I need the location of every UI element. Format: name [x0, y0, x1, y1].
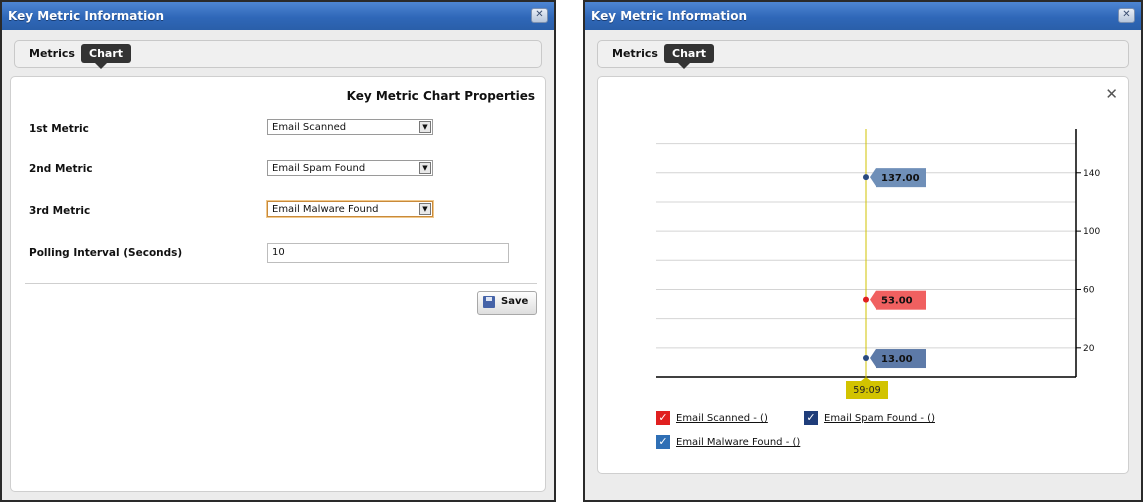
value-label: 13.00 — [881, 354, 913, 365]
save-button[interactable]: Save — [477, 291, 537, 315]
window-title: Key Metric Information — [591, 9, 747, 23]
dropdown-arrow-icon[interactable]: ▼ — [419, 121, 431, 133]
tab-chart[interactable]: Chart — [664, 44, 715, 69]
metric-chart: 20 60 100 140 59:09 137.00 53.00 13.00 — [656, 129, 1100, 399]
chart-window: Key Metric Information ✕ Metrics Chart ✕… — [583, 0, 1143, 502]
second-metric-label: 2nd Metric — [29, 163, 93, 175]
save-button-label: Save — [501, 296, 529, 307]
title-bar[interactable]: Key Metric Information ✕ — [2, 2, 554, 30]
tab-metrics[interactable]: Metrics — [612, 47, 658, 60]
third-metric-select[interactable]: Email Malware Found ▼ — [267, 201, 433, 217]
value-label-pointer — [870, 168, 876, 187]
checkbox-checked-icon[interactable]: ✓ — [656, 411, 670, 425]
checkbox-checked-icon[interactable]: ✓ — [656, 435, 670, 449]
properties-panel: Key Metric Chart Properties 1st Metric E… — [10, 76, 546, 492]
save-disk-icon — [483, 296, 495, 308]
tab-metrics[interactable]: Metrics — [29, 47, 75, 60]
properties-window: Key Metric Information ✕ Metrics Chart K… — [0, 0, 556, 502]
value-label-pointer — [870, 349, 876, 368]
first-metric-label: 1st Metric — [29, 123, 89, 135]
window-title: Key Metric Information — [8, 9, 164, 23]
polling-interval-label: Polling Interval (Seconds) — [29, 247, 183, 259]
checkbox-checked-icon[interactable]: ✓ — [804, 411, 818, 425]
legend-label[interactable]: Email Spam Found - () — [824, 413, 935, 424]
data-point — [863, 296, 869, 303]
third-metric-label: 3rd Metric — [29, 205, 91, 217]
tab-bar: Metrics Chart — [14, 40, 542, 69]
legend-label[interactable]: Email Malware Found - () — [676, 437, 800, 448]
legend-label[interactable]: Email Scanned - () — [676, 413, 768, 424]
first-metric-value: Email Scanned — [272, 122, 347, 133]
y-tick-label: 20 — [1083, 344, 1095, 354]
divider — [25, 283, 537, 284]
cursor-time-label: 59:09 — [853, 385, 880, 396]
chart-panel: ✕ 20 60 100 140 59:09 137.00 53.00 13.00 ✓ Emai… — [597, 76, 1129, 474]
y-tick-label: 100 — [1083, 227, 1100, 237]
third-metric-value: Email Malware Found — [272, 204, 379, 215]
data-point — [863, 355, 869, 362]
y-tick-label: 60 — [1083, 285, 1095, 295]
tab-chart[interactable]: Chart — [81, 44, 132, 69]
first-metric-select[interactable]: Email Scanned ▼ — [267, 119, 433, 135]
data-point — [863, 174, 869, 181]
second-metric-value: Email Spam Found — [272, 163, 366, 174]
value-label: 53.00 — [881, 296, 913, 307]
value-label-pointer — [870, 290, 876, 309]
dropdown-arrow-icon[interactable]: ▼ — [419, 162, 431, 174]
properties-title: Key Metric Chart Properties — [346, 89, 535, 103]
value-label: 137.00 — [881, 173, 920, 184]
close-icon[interactable]: ✕ — [531, 8, 548, 23]
polling-interval-input[interactable]: 10 — [267, 243, 509, 263]
y-tick-label: 140 — [1083, 169, 1100, 179]
tab-bar: Metrics Chart — [597, 40, 1129, 69]
close-icon[interactable]: ✕ — [1118, 8, 1135, 23]
second-metric-select[interactable]: Email Spam Found ▼ — [267, 160, 433, 176]
title-bar[interactable]: Key Metric Information ✕ — [585, 2, 1141, 30]
dropdown-arrow-icon[interactable]: ▼ — [419, 203, 431, 215]
